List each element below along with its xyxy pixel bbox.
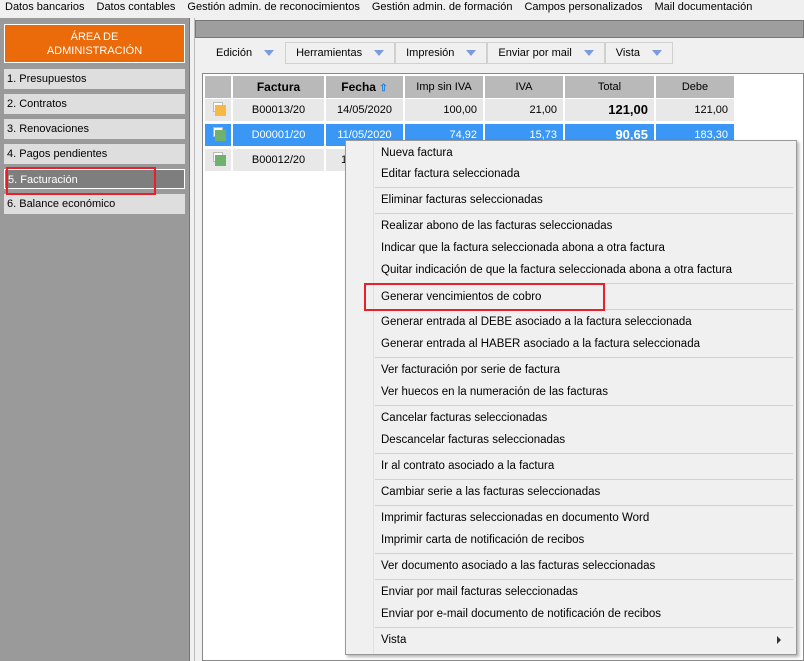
menu-separator — [375, 579, 793, 580]
menu-separator — [375, 357, 793, 358]
header-fecha-label: Fecha — [341, 80, 376, 94]
menu-separator — [375, 405, 793, 406]
menu-item-vista-label: Vista — [381, 634, 407, 646]
menu-mail-documentacion[interactable]: Mail documentación — [654, 0, 752, 16]
menu-item-imprimir-word[interactable]: Imprimir facturas seleccionadas en docum… — [381, 508, 791, 528]
panel-titlebar — [195, 20, 804, 38]
menu-campos-personalizados[interactable]: Campos personalizados — [524, 0, 642, 16]
menu-item-nueva-factura[interactable]: Nueva factura — [381, 143, 791, 163]
row-icon-cell — [205, 99, 233, 121]
highlight-facturacion — [6, 167, 156, 195]
chevron-down-icon — [583, 50, 594, 56]
chevron-down-icon — [466, 50, 477, 56]
menu-separator — [375, 479, 793, 480]
menu-separator — [375, 627, 793, 628]
menu-item-eliminar-facturas[interactable]: Eliminar facturas seleccionadas — [381, 190, 791, 210]
menu-item-cambiar-serie[interactable]: Cambiar serie a las facturas seleccionad… — [381, 482, 791, 502]
area-title-line2: ADMINISTRACIÓN — [46, 45, 143, 57]
header-iva[interactable]: IVA — [485, 76, 565, 98]
invoice-status-icon — [213, 152, 226, 166]
toolbar-edicion[interactable]: Edición — [205, 42, 286, 64]
toolbar-enviar-mail-label: Enviar por mail — [498, 47, 572, 59]
area-title-line1: ÁREA DE — [70, 31, 119, 43]
menu-item-generar-haber[interactable]: Generar entrada al HABER asociado a la f… — [381, 334, 791, 354]
cell-imp: 100,00 — [405, 99, 485, 121]
sidebar-item-renovaciones[interactable]: 3. Renovaciones — [4, 119, 185, 139]
menu-gestion-formacion[interactable]: Gestión admin. de formación — [372, 0, 513, 16]
header-total[interactable]: Total — [565, 76, 656, 98]
cell-factura: D00001/20 — [233, 124, 326, 146]
cell-iva: 21,00 — [485, 99, 565, 121]
toolbar-vista-label: Vista — [615, 47, 641, 59]
toolbar-impresion-label: Impresión — [406, 47, 455, 59]
menu-separator — [375, 213, 793, 214]
menu-separator — [375, 553, 793, 554]
toolbar-herramientas[interactable]: Herramientas — [285, 42, 396, 64]
top-menu-bar: Datos bancarios Datos contables Gestión … — [0, 0, 804, 16]
cell-debe: 121,00 — [656, 99, 736, 121]
toolbar-herramientas-label: Herramientas — [296, 47, 363, 59]
row-icon-cell — [205, 149, 233, 171]
toolbar-impresion[interactable]: Impresión — [395, 42, 488, 64]
header-fecha[interactable]: Fecha ⇧ — [326, 76, 405, 98]
menu-item-vista[interactable]: Vista — [381, 630, 791, 650]
table-row[interactable]: B00013/20 14/05/2020 100,00 21,00 121,00… — [205, 99, 736, 121]
menu-item-generar-debe[interactable]: Generar entrada al DEBE asociado a la fa… — [381, 312, 791, 332]
menu-datos-contables[interactable]: Datos contables — [97, 0, 176, 16]
menu-item-ver-documento[interactable]: Ver documento asociado a las facturas se… — [381, 556, 791, 576]
sidebar: ÁREA DE ADMINISTRACIÓN 1. Presupuestos 2.… — [0, 18, 190, 661]
menu-datos-bancarios[interactable]: Datos bancarios — [5, 0, 85, 16]
cell-factura: B00012/20 — [233, 149, 326, 171]
menu-gestion-reconocimientos[interactable]: Gestión admin. de reconocimientos — [187, 0, 359, 16]
sidebar-item-pagos-pendientes[interactable]: 4. Pagos pendientes — [4, 144, 185, 164]
toolbar-enviar-mail[interactable]: Enviar por mail — [487, 42, 605, 64]
menu-item-enviar-mail-facturas[interactable]: Enviar por mail facturas seleccionadas — [381, 582, 791, 602]
cell-total: 121,00 — [565, 99, 656, 121]
toolbar-edicion-label: Edición — [216, 47, 253, 59]
invoice-status-icon — [213, 127, 226, 141]
cell-fecha: 14/05/2020 — [326, 99, 405, 121]
menu-item-cancelar-facturas[interactable]: Cancelar facturas seleccionadas — [381, 408, 791, 428]
menu-item-descancelar-facturas[interactable]: Descancelar facturas seleccionadas — [381, 430, 791, 450]
header-debe[interactable]: Debe — [656, 76, 736, 98]
highlight-generar-vencimientos — [364, 283, 605, 311]
menu-item-indicar-abono[interactable]: Indicar que la factura seleccionada abon… — [381, 238, 791, 258]
menu-separator — [375, 187, 793, 188]
chevron-down-icon — [264, 50, 275, 56]
area-title: ÁREA DE ADMINISTRACIÓN — [4, 24, 185, 63]
chevron-down-icon — [652, 50, 663, 56]
toolbar: Edición Herramientas Impresión Enviar po… — [205, 42, 674, 64]
submenu-arrow-icon — [777, 636, 781, 644]
header-imp-sin-iva[interactable]: Imp sin IVA — [405, 76, 485, 98]
menu-item-ir-contrato[interactable]: Ir al contrato asociado a la factura — [381, 456, 791, 476]
header-icon-col — [205, 76, 233, 98]
sidebar-item-contratos[interactable]: 2. Contratos — [4, 94, 185, 114]
invoice-status-icon — [213, 102, 226, 116]
cell-factura: B00013/20 — [233, 99, 326, 121]
menu-item-enviar-email-notificacion[interactable]: Enviar por e-mail documento de notificac… — [381, 604, 791, 624]
row-icon-cell — [205, 124, 233, 146]
sidebar-item-presupuestos[interactable]: 1. Presupuestos — [4, 69, 185, 89]
menu-item-realizar-abono[interactable]: Realizar abono de las facturas seleccion… — [381, 216, 791, 236]
sort-az-icon: ⇧ — [379, 83, 388, 94]
menu-separator — [375, 453, 793, 454]
header-factura[interactable]: Factura — [233, 76, 326, 98]
sidebar-item-balance-economico[interactable]: 6. Balance económico — [4, 194, 185, 214]
menu-item-quitar-abono[interactable]: Quitar indicación de que la factura sele… — [381, 260, 791, 280]
table-header: Factura Fecha ⇧ Imp sin IVA IVA Total De… — [205, 76, 736, 98]
context-menu: Nueva factura Editar factura seleccionad… — [345, 140, 797, 655]
menu-separator — [375, 505, 793, 506]
menu-item-editar-factura[interactable]: Editar factura seleccionada — [381, 164, 791, 184]
menu-item-ver-huecos[interactable]: Ver huecos en la numeración de las factu… — [381, 382, 791, 402]
menu-item-imprimir-carta[interactable]: Imprimir carta de notificación de recibo… — [381, 530, 791, 550]
menu-item-ver-facturacion-serie[interactable]: Ver facturación por serie de factura — [381, 360, 791, 380]
toolbar-vista[interactable]: Vista — [604, 42, 674, 64]
chevron-down-icon — [374, 50, 385, 56]
